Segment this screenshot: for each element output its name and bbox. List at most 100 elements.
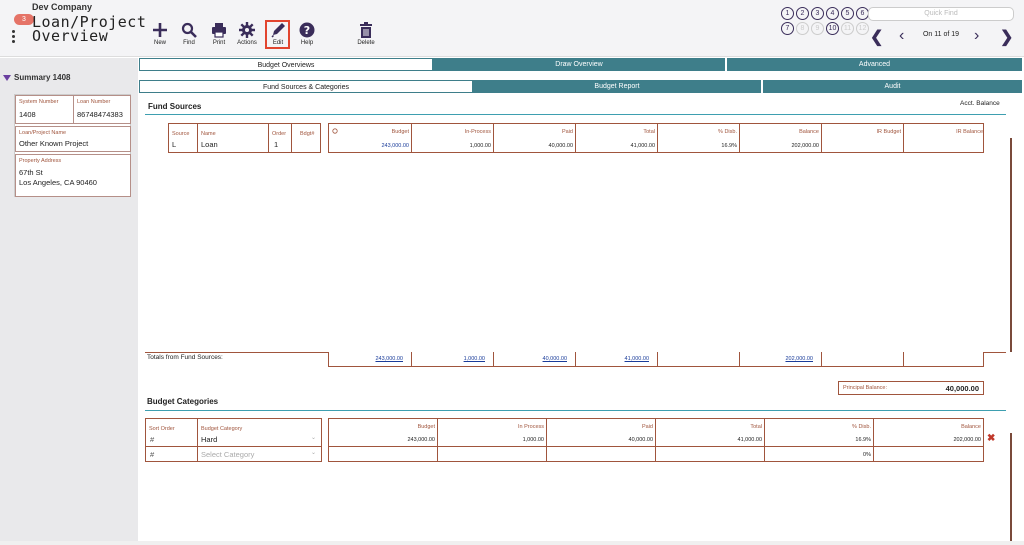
fund-sources-title: Fund Sources — [148, 102, 202, 111]
system-number: 1408 — [19, 110, 36, 119]
fund-source-code[interactable]: L — [172, 140, 176, 149]
category-sort-order[interactable]: # — [150, 435, 154, 444]
printer-icon — [212, 23, 226, 38]
principal-balance-box: Principal Balance: 40,000.00 — [838, 381, 984, 395]
new-category-sort-order[interactable]: # — [150, 450, 154, 459]
bc-in-process: 1,000.00 — [522, 437, 544, 443]
count-badge: 3 — [14, 14, 34, 25]
header-bar: Dev Company 3 Loan/Project Overview New … — [0, 0, 1024, 57]
actions-button[interactable]: Actions — [232, 22, 262, 46]
help-button[interactable]: ? Help — [292, 22, 322, 46]
record-circle-4[interactable]: 4 — [826, 7, 839, 20]
pencil-icon — [271, 23, 285, 38]
fs-budget[interactable]: 243,000.00 — [329, 143, 409, 149]
record-circle-8[interactable]: 8 — [796, 22, 809, 35]
budget-category-right-table: Budget In Process Paid Total % Disb. Bal… — [328, 418, 984, 462]
project-name-cell: Loan/Project Name Other Known Project — [15, 126, 131, 152]
record-circle-3[interactable]: 3 — [811, 7, 824, 20]
category-name[interactable]: Hard — [201, 435, 217, 444]
total-balance-link[interactable]: 202,000.00 — [739, 356, 813, 362]
fund-source-order[interactable]: 1 — [274, 140, 278, 149]
total-budget-link[interactable]: 243,000.00 — [329, 356, 403, 362]
totals-row: 243,000.00 1,000.00 40,000.00 41,000.00 … — [328, 352, 984, 367]
record-circle-1[interactable]: 1 — [781, 7, 794, 20]
address-line2: Los Angeles, CA 90460 — [19, 178, 97, 187]
system-number-cell: System Number 1408 — [15, 95, 74, 124]
record-circle-10[interactable]: 10 — [826, 22, 839, 35]
total-in-process-link[interactable]: 1,000.00 — [411, 356, 485, 362]
summary-card: System Number 1408 Loan Number 867484743… — [14, 94, 131, 197]
project-name: Other Known Project — [19, 139, 89, 148]
collapse-triangle-icon[interactable] — [3, 74, 11, 81]
record-circle-2[interactable]: 2 — [796, 7, 809, 20]
loan-number: 86748474383 — [77, 110, 123, 119]
fs-balance: 202,000.00 — [791, 143, 819, 149]
fs-pct-disb: 16.9% — [721, 143, 737, 149]
total-total-link[interactable]: 41,000.00 — [575, 356, 649, 362]
budget-categories-title: Budget Categories — [147, 397, 219, 406]
quick-find-input[interactable]: Quick Find — [868, 7, 1014, 21]
first-record-icon[interactable]: ❮ — [870, 27, 883, 47]
last-record-icon[interactable]: ❯ — [1000, 27, 1013, 47]
bc-new-pct-disb: 0% — [863, 452, 871, 458]
tab-budget-overviews[interactable]: Budget Overviews — [139, 58, 433, 71]
print-button[interactable]: Print — [204, 22, 234, 46]
record-circle-12[interactable]: 12 — [856, 22, 869, 35]
delete-button[interactable]: Delete — [351, 22, 381, 46]
find-button[interactable]: Find — [174, 22, 204, 46]
fund-sources-divider — [145, 114, 1006, 115]
acct-balance-label: Acct. Balance — [960, 100, 1000, 107]
prev-record-icon[interactable]: ‹ — [899, 27, 904, 45]
budget-categories-divider — [145, 410, 1006, 411]
plus-icon — [153, 23, 167, 37]
search-icon — [181, 22, 197, 38]
record-position: On 11 of 19 — [922, 31, 960, 38]
menu-kebab-icon[interactable] — [12, 30, 15, 45]
page-title-line2: Overview — [32, 27, 109, 45]
total-paid-link[interactable]: 40,000.00 — [493, 356, 567, 362]
trash-icon — [360, 22, 372, 38]
next-record-icon[interactable]: › — [974, 27, 979, 45]
fund-source-left-table: Source Name Order Bdgt# L Loan 1 — [168, 123, 321, 153]
svg-text:?: ? — [304, 24, 310, 37]
select-category-dropdown[interactable]: Select Category — [201, 450, 254, 459]
delete-row-icon[interactable]: ✖ — [987, 433, 995, 444]
sub-tabs: Fund Sources & Categories Budget Report … — [139, 80, 1022, 93]
categories-scrollbar[interactable] — [1010, 433, 1012, 541]
tab-draw-overview[interactable]: Draw Overview — [433, 58, 727, 71]
tab-advanced[interactable]: Advanced — [727, 58, 1022, 71]
fs-paid: 40,000.00 — [548, 143, 573, 149]
footer-strip — [0, 541, 1024, 545]
budget-category-left-table: Sort Order Budget Category # Hard ⌄ # Se… — [145, 418, 322, 462]
principal-balance-value: 40,000.00 — [945, 384, 979, 393]
summary-heading[interactable]: Summary 1408 — [3, 73, 70, 82]
address-line1: 67th St — [19, 168, 43, 177]
main-tabs: Budget Overviews Draw Overview Advanced — [139, 58, 1022, 71]
record-circle-11[interactable]: 11 — [841, 22, 854, 35]
record-circle-9[interactable]: 9 — [811, 22, 824, 35]
record-circle-7[interactable]: 7 — [781, 22, 794, 35]
edit-button[interactable]: Edit — [263, 22, 293, 46]
new-button[interactable]: New — [145, 22, 175, 46]
totals-label: Totals from Fund Sources: — [147, 354, 223, 361]
category-dropdown-chevron-icon[interactable]: ⌄ — [311, 434, 316, 441]
tab-fund-sources-categories[interactable]: Fund Sources & Categories — [139, 80, 473, 93]
fund-source-name[interactable]: Loan — [201, 140, 218, 149]
fs-in-process: 1,000.00 — [469, 143, 491, 149]
bc-budget[interactable]: 243,000.00 — [329, 437, 435, 443]
fund-sources-scrollbar[interactable] — [1010, 138, 1012, 352]
bc-balance: 202,000.00 — [953, 437, 981, 443]
record-circle-5[interactable]: 5 — [841, 7, 854, 20]
bc-pct-disb: 16.9% — [855, 437, 871, 443]
tab-budget-report[interactable]: Budget Report — [473, 80, 763, 93]
address-cell: Property Address 67th St Los Angeles, CA… — [15, 154, 131, 197]
help-icon: ? — [299, 22, 315, 38]
bc-total: 41,000.00 — [737, 437, 762, 443]
bc-paid: 40,000.00 — [628, 437, 653, 443]
tab-audit[interactable]: Audit — [763, 80, 1022, 93]
gear-icon — [239, 22, 255, 38]
select-category-chevron-icon[interactable]: ⌄ — [311, 449, 316, 456]
loan-number-cell: Loan Number 86748474383 — [73, 95, 131, 124]
company-name: Dev Company — [32, 2, 93, 12]
fund-source-right-table: Budget In-Process Paid Total % Disb. Bal… — [328, 123, 984, 153]
